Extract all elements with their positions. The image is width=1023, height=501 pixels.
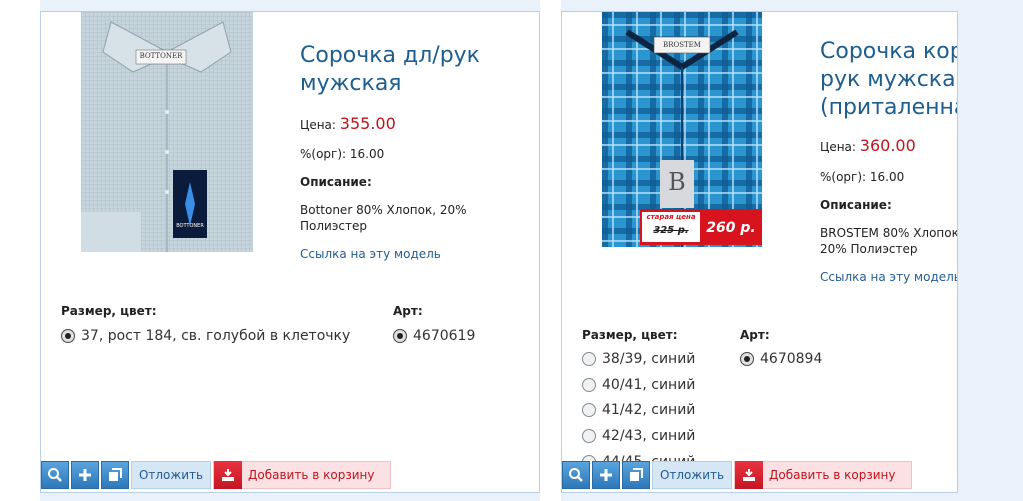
model-link[interactable]: Ссылка на эту модель <box>820 269 957 285</box>
product-title: Сорочка кор/рук мужская (приталенная) <box>820 39 957 120</box>
description-text: Bottoner 80% Хлопок, 20% Полиэстер <box>300 203 467 233</box>
art-heading: Арт: <box>740 328 770 342</box>
product-image[interactable]: BROSTEM B старая цена 325 р. 260 р. <box>602 12 762 247</box>
description-heading: Описание: <box>300 175 372 189</box>
brand-collar-label: BROSTEM <box>663 41 701 49</box>
defer-button[interactable]: Отложить <box>652 461 732 489</box>
art-value: 4670894 <box>760 351 823 367</box>
size-heading: Размер, цвет: <box>61 304 157 318</box>
zoom-button[interactable] <box>562 461 590 489</box>
price-value: 355.00 <box>339 114 396 133</box>
size-option[interactable]: 38/39, синий <box>582 349 695 369</box>
model-link[interactable]: Ссылка на эту модель <box>300 246 520 262</box>
page-gutter-middle <box>540 0 561 501</box>
size-option[interactable]: 42/43, синий <box>582 426 695 446</box>
org-value: 16.00 <box>869 170 905 184</box>
description-text: BROSTEM 80% Хлопок, 20% Полиэстер <box>820 226 958 256</box>
product-toolbar: Отложить Добавить в корзину <box>41 461 392 491</box>
radio-selected-icon[interactable] <box>61 329 75 343</box>
product-toolbar: Отложить Добавить в корзину <box>562 461 913 491</box>
size-option[interactable]: 41/42, синий <box>582 400 695 420</box>
radio-unselected-icon[interactable] <box>582 352 596 366</box>
brand-collar-label: BOTTONER <box>139 52 183 60</box>
description-heading: Описание: <box>820 198 892 212</box>
page-gutter-left <box>0 0 40 501</box>
new-price-value: 260 р. <box>706 220 756 236</box>
defer-button[interactable]: Отложить <box>131 461 211 489</box>
size-heading: Размер, цвет: <box>582 328 678 342</box>
cube-icon <box>109 468 122 481</box>
price-row: Цена: 355.00 <box>300 116 520 133</box>
plus-icon <box>600 469 612 481</box>
radio-unselected-icon[interactable] <box>582 429 596 443</box>
shirt-long-sleeve-image <box>81 12 253 252</box>
magnifier-icon <box>569 468 583 482</box>
compare-button[interactable] <box>101 461 129 489</box>
old-price-value: 325 р. <box>653 225 689 236</box>
org-label: %(орг): <box>820 170 867 184</box>
size-option-label: 42/43, синий <box>602 428 696 444</box>
cart-icon <box>735 461 763 489</box>
add-button[interactable] <box>592 461 620 489</box>
price-label: Цена: <box>820 140 856 154</box>
price-label: Цена: <box>300 118 336 132</box>
product-card: BOTTONER BOTTONER Сорочка дл/рук мужская… <box>40 11 540 493</box>
radio-selected-icon[interactable] <box>393 329 407 343</box>
org-row: %(орг): 16.00 <box>820 169 957 185</box>
add-button[interactable] <box>71 461 99 489</box>
zoom-button[interactable] <box>41 461 69 489</box>
size-option-label: 41/42, синий <box>602 402 696 418</box>
add-to-cart-label: Добавить в корзину <box>769 468 896 482</box>
art-value: 4670619 <box>413 328 476 344</box>
size-option-label: 37, рост 184, св. голубой в клеточку <box>81 328 351 344</box>
product-card: BROSTEM B старая цена 325 р. 260 р. Соро… <box>561 11 958 493</box>
art-option[interactable]: 4670894 <box>740 349 822 369</box>
add-to-cart-button[interactable]: Добавить в корзину <box>734 461 913 489</box>
art-heading: Арт: <box>393 304 423 318</box>
price-row: Цена: 360.00 <box>820 136 957 155</box>
price-value: 360.00 <box>859 136 916 155</box>
radio-selected-icon[interactable] <box>740 352 754 366</box>
size-option[interactable]: 40/41, синий <box>582 375 695 395</box>
add-to-cart-button[interactable]: Добавить в корзину <box>213 461 392 489</box>
magnifier-icon <box>48 468 62 482</box>
radio-unselected-icon[interactable] <box>582 378 596 392</box>
art-option[interactable]: 4670619 <box>393 326 475 346</box>
product-image[interactable]: BOTTONER BOTTONER <box>81 12 253 252</box>
cube-icon <box>630 468 643 481</box>
cart-icon <box>214 461 242 489</box>
plus-icon <box>79 469 91 481</box>
org-value: 16.00 <box>349 147 385 161</box>
add-to-cart-label: Добавить в корзину <box>248 468 375 482</box>
size-option-label: 40/41, синий <box>602 377 696 393</box>
org-label: %(орг): <box>300 147 347 161</box>
radio-unselected-icon[interactable] <box>582 403 596 417</box>
compare-button[interactable] <box>622 461 650 489</box>
tag-letter: B <box>668 168 686 196</box>
size-option[interactable]: 37, рост 184, св. голубой в клеточку <box>61 326 350 346</box>
brand-tag-label: BOTTONER <box>176 223 204 229</box>
page-band-right <box>958 0 1023 501</box>
org-row: %(орг): 16.00 <box>300 146 520 162</box>
product-title: Сорочка дл/рук мужская <box>300 43 480 96</box>
old-price-label: старая цена <box>646 213 696 221</box>
size-option-label: 38/39, синий <box>602 351 696 367</box>
